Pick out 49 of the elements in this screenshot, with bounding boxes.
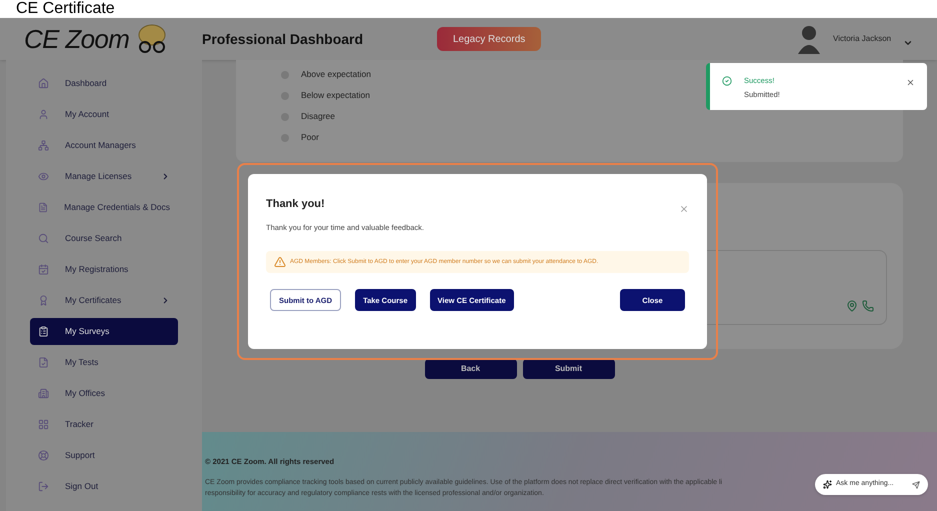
option-label: Poor: [301, 131, 319, 144]
user-name: Victoria Jackson: [833, 33, 892, 45]
sidebar-item[interactable]: Sign Out: [30, 473, 178, 500]
file-check-icon: [38, 357, 49, 368]
dialog-title: Thank you!: [266, 197, 325, 212]
warning-icon: [274, 256, 286, 268]
send-icon[interactable]: [912, 480, 920, 488]
lifebuoy-icon: [38, 450, 49, 461]
sidebar-item[interactable]: Manage Licenses: [30, 163, 178, 190]
sidebar-item[interactable]: Support: [30, 442, 178, 469]
phone-icon: [862, 300, 874, 312]
sidebar-item[interactable]: My Certificates: [30, 287, 178, 314]
grid-icon: [38, 419, 49, 430]
sidebar-item[interactable]: My Account: [30, 101, 178, 128]
sidebar-item[interactable]: My Tests: [30, 349, 178, 376]
dashboard-title: Professional Dashboard: [202, 30, 364, 48]
eye-icon: [38, 171, 49, 182]
sidebar-item[interactable]: Dashboard: [30, 70, 178, 97]
sidebar-item[interactable]: Account Managers: [30, 132, 178, 159]
logout-icon: [38, 481, 49, 492]
avatar-icon: [797, 24, 821, 54]
option-label: Below expectation: [301, 89, 370, 102]
document-icon: [38, 202, 48, 213]
building-icon: [38, 388, 49, 399]
sidebar-item[interactable]: My Surveys: [30, 318, 178, 345]
clipboard-icon: [38, 326, 49, 337]
search-icon: [38, 233, 49, 244]
logo: CE Zoom: [24, 22, 130, 56]
certificate-icon: [38, 295, 49, 306]
page-heading: CE Certificate: [16, 0, 115, 18]
sidebar-item[interactable]: Course Search: [30, 225, 178, 252]
network-icon: [38, 140, 49, 151]
sidebar-item[interactable]: My Registrations: [30, 256, 178, 283]
sidebar-item[interactable]: Manage Credentials & Docs: [30, 194, 178, 221]
option-label: Above expectation: [301, 68, 371, 81]
back-button[interactable]: Back: [424, 359, 516, 379]
sparkle-icon: [823, 480, 832, 489]
option-label: Disagree: [301, 110, 336, 123]
check-circle-icon: [722, 76, 732, 86]
user-icon: [38, 109, 49, 120]
map-pin-icon: [846, 300, 858, 312]
submit-button[interactable]: Submit: [522, 359, 614, 379]
calendar-icon: [38, 264, 49, 275]
legacy-records-button[interactable]: Legacy Records: [437, 27, 542, 51]
sidebar-item[interactable]: My Offices: [30, 380, 178, 407]
home-icon: [38, 78, 49, 89]
dropdown-chevron-icon[interactable]: [903, 38, 913, 48]
close-icon[interactable]: [906, 78, 915, 87]
sidebar-item[interactable]: Tracker: [30, 411, 178, 438]
